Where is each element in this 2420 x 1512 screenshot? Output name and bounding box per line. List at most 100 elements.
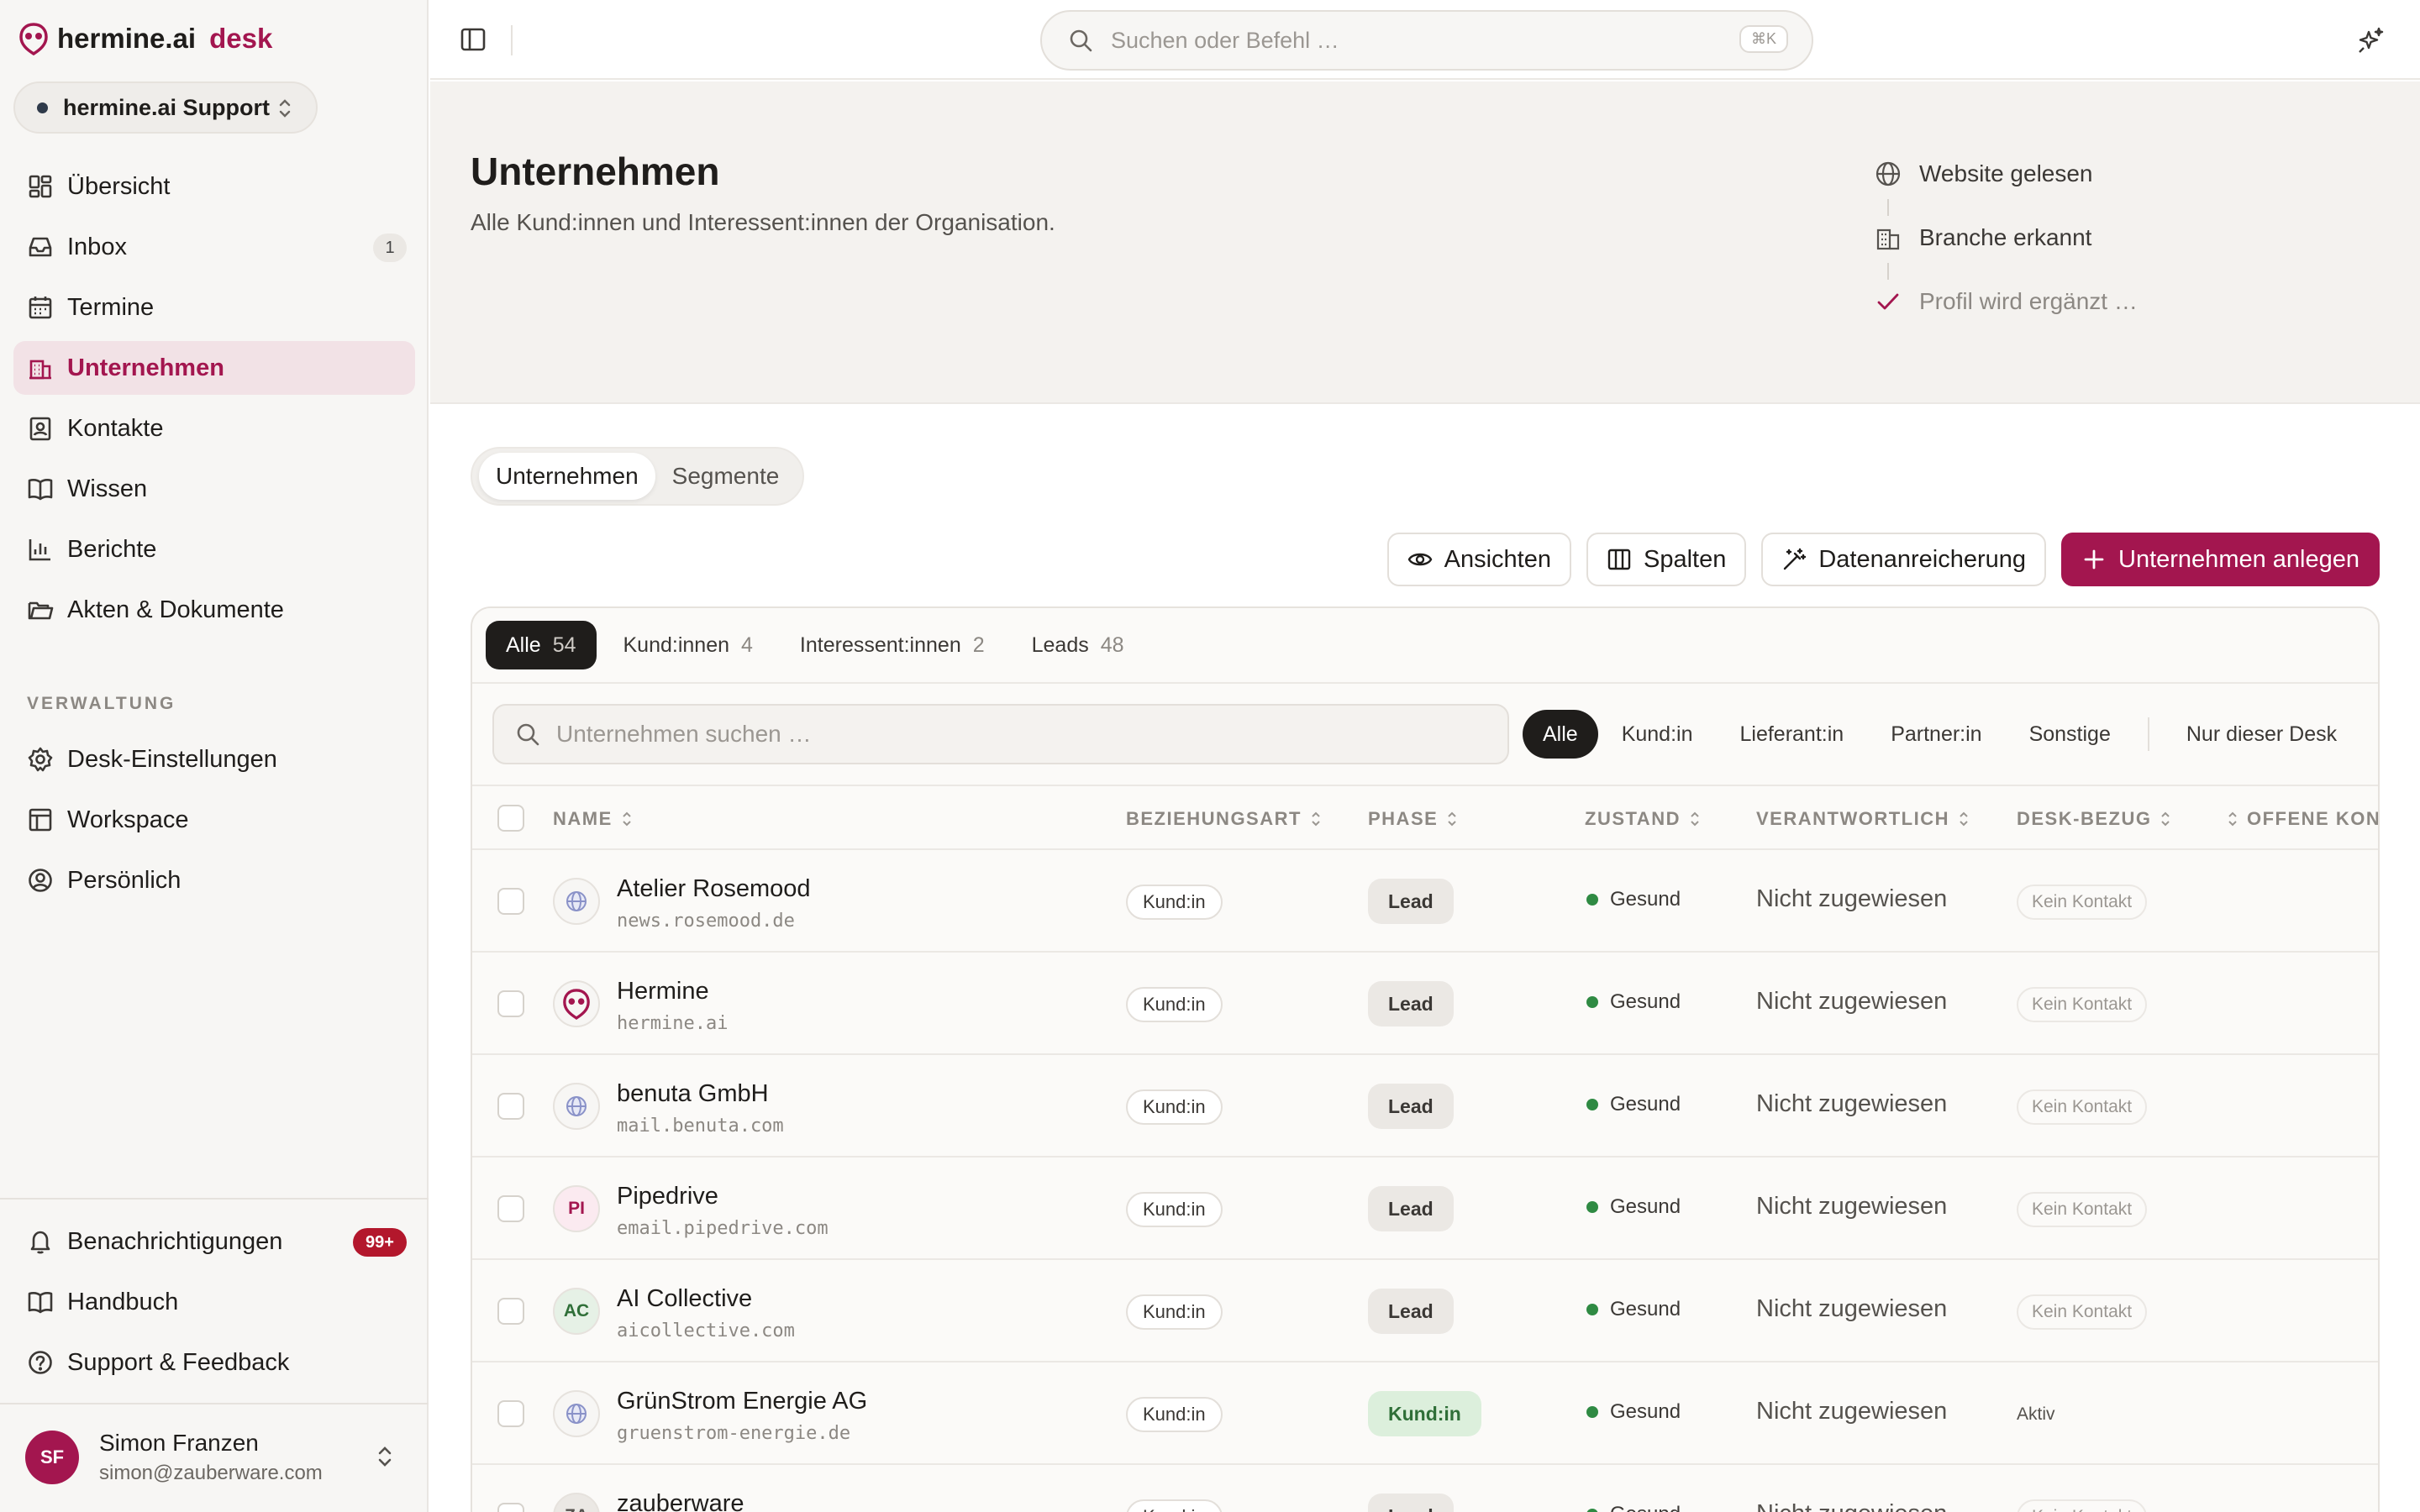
relation-filter-supplier[interactable]: Lieferant:in <box>1716 710 1867 759</box>
column-header-relation[interactable]: BEZIEHUNGSART <box>1126 808 1322 830</box>
create-company-button[interactable]: Unternehmen anlegen <box>2061 533 2380 586</box>
chevron-updown-icon[interactable] <box>376 1443 393 1470</box>
contact-icon <box>29 417 51 441</box>
health-dot <box>1586 894 1598 906</box>
owner-cell[interactable]: Nicht zugewiesen <box>1756 1295 1947 1323</box>
company-name[interactable]: benuta GmbH <box>617 1080 769 1108</box>
workspace-switcher[interactable]: hermine.ai Support <box>13 81 318 134</box>
row-checkbox[interactable] <box>497 1400 524 1427</box>
row-checkbox[interactable] <box>497 1503 524 1512</box>
sidebar-item-handbuch[interactable]: Handbuch <box>13 1275 415 1329</box>
relation-filter-all[interactable]: Alle <box>1523 710 1598 759</box>
company-name[interactable]: AI Collective <box>617 1285 752 1313</box>
company-name[interactable]: Hermine <box>617 978 709 1005</box>
sidebar-item-berichte[interactable]: Berichte <box>13 522 415 576</box>
company-logo <box>553 1083 600 1130</box>
owner-cell[interactable]: Nicht zugewiesen <box>1756 1193 1947 1221</box>
workspace-label: hermine.ai Support <box>63 94 271 120</box>
tab-unternehmen[interactable]: Unternehmen <box>479 453 655 500</box>
relation-filter-this-desk[interactable]: Nur dieser Desk <box>2163 710 2360 759</box>
table-row[interactable]: Atelier Rosemood news.rosemood.de Kund:in L… <box>472 850 2378 953</box>
sidebar-item-termine[interactable]: Termine <box>13 281 415 334</box>
table-row[interactable]: benuta GmbH mail.benuta.com Kund:in Lead Ges… <box>472 1055 2378 1158</box>
row-checkbox[interactable] <box>497 888 524 915</box>
sidebar-item-uebersicht[interactable]: Übersicht <box>13 160 415 213</box>
owner-cell[interactable]: Nicht zugewiesen <box>1756 1090 1947 1118</box>
sidebar-item-akten[interactable]: Akten & Dokumente <box>13 583 415 637</box>
filter-leads[interactable]: Leads 48 <box>1012 621 1144 669</box>
step-website-read: Website gelesen <box>1874 159 2138 189</box>
toolbar-divider <box>511 25 513 55</box>
relation-badge: Kund:in <box>1126 1192 1223 1227</box>
column-header-open-conversations[interactable]: OFFENE KONV <box>2227 808 2378 830</box>
tab-segmente[interactable]: Segmente <box>655 453 797 500</box>
relation-filter-partner[interactable]: Partner:in <box>1867 710 2005 759</box>
column-header-health[interactable]: ZUSTAND <box>1585 808 1701 830</box>
desk-relation-badge: Aktiv <box>2017 1404 2055 1424</box>
sidebar-item-inbox[interactable]: Inbox 1 <box>13 220 415 274</box>
company-domain: news.rosemood.de <box>617 911 795 932</box>
company-name[interactable]: GrünStrom Energie AG <box>617 1388 867 1415</box>
sidebar-item-benachrichtigungen[interactable]: Benachrichtigungen 99+ <box>13 1215 415 1268</box>
sort-icon <box>1312 811 1320 827</box>
owner-cell[interactable]: Nicht zugewiesen <box>1756 988 1947 1016</box>
row-checkbox[interactable] <box>497 1298 524 1325</box>
user-menu[interactable]: SF Simon Franzen simon@zauberware.com <box>25 1430 323 1485</box>
sidebar-item-support[interactable]: Support & Feedback <box>13 1336 415 1389</box>
row-checkbox[interactable] <box>497 1195 524 1222</box>
company-search-input[interactable]: Unternehmen suchen … <box>492 704 1509 764</box>
phase-badge: Lead <box>1368 879 1454 924</box>
company-name[interactable]: zauberware <box>617 1490 744 1512</box>
sidebar-toggle-icon[interactable] <box>459 25 487 54</box>
sort-icon <box>623 811 631 827</box>
enrich-button[interactable]: Datenanreicherung <box>1761 533 2047 586</box>
company-name[interactable]: Pipedrive <box>617 1183 718 1210</box>
sidebar-item-workspace[interactable]: Workspace <box>13 793 415 847</box>
company-name[interactable]: Atelier Rosemood <box>617 875 811 903</box>
sidebar-item-kontakte[interactable]: Kontakte <box>13 402 415 455</box>
companies-table-card: Alle 54 Kund:innen 4 Interessent:innen 2 Le… <box>471 606 2380 1512</box>
table-row[interactable]: PI Pipedrive email.pipedrive.com Kund:in Lea… <box>472 1158 2378 1260</box>
health-dot <box>1586 1509 1598 1512</box>
column-header-name[interactable]: NAME <box>553 808 633 830</box>
filter-label: Leads <box>1031 633 1089 657</box>
company-domain: hermine.ai <box>617 1013 729 1034</box>
row-checkbox[interactable] <box>497 1093 524 1120</box>
sidebar-item-wissen[interactable]: Wissen <box>13 462 415 516</box>
column-header-owner[interactable]: VERANTWORTLICH <box>1756 808 1970 830</box>
columns-button[interactable]: Spalten <box>1586 533 1747 586</box>
company-initials: AC <box>563 1301 590 1320</box>
owner-cell[interactable]: Nicht zugewiesen <box>1756 1500 1947 1512</box>
sidebar-item-persoenlich[interactable]: Persönlich <box>13 853 415 907</box>
bell-icon <box>30 1231 50 1254</box>
owner-cell[interactable]: Nicht zugewiesen <box>1756 1398 1947 1425</box>
column-header-phase[interactable]: PHASE <box>1368 808 1458 830</box>
filter-prospects[interactable]: Interessent:innen 2 <box>780 621 1005 669</box>
desk-relation-badge: Kein Kontakt <box>2017 1089 2148 1125</box>
table-row[interactable]: Hermine hermine.ai Kund:in Lead Gesund Nicht … <box>472 953 2378 1055</box>
sidebar-item-desk-einstellungen[interactable]: Desk-Einstellungen <box>13 732 415 786</box>
sidebar-divider <box>0 1403 429 1404</box>
table-row[interactable]: ZA zauberware Kund:in Lead Gesund Nicht zugew… <box>472 1465 2378 1512</box>
select-all-checkbox[interactable] <box>497 805 524 832</box>
filter-all[interactable]: Alle 54 <box>486 621 597 669</box>
filter-customers[interactable]: Kund:innen 4 <box>603 621 773 669</box>
global-search-input[interactable]: Suchen oder Befehl … ⌘K <box>1040 10 1813 71</box>
column-label: PHASE <box>1368 808 1439 829</box>
column-label: NAME <box>553 808 613 829</box>
health-dot <box>1586 1099 1598 1110</box>
health-dot <box>1586 1201 1598 1213</box>
sidebar-item-unternehmen[interactable]: Unternehmen <box>13 341 415 395</box>
table-row[interactable]: AC AI Collective aicollective.com Kund:in Le… <box>472 1260 2378 1362</box>
brand[interactable]: hermine.ai desk <box>18 22 272 55</box>
table-row[interactable]: GrünStrom Energie AG gruenstrom-energie.d… <box>472 1362 2378 1465</box>
column-header-desk[interactable]: DESK-BEZUG <box>2017 808 2171 830</box>
ai-sparkle-icon[interactable] <box>2356 25 2386 55</box>
views-button[interactable]: Ansichten <box>1386 533 1571 586</box>
company-logo: PI <box>553 1185 600 1232</box>
relation-filter-other[interactable]: Sonstige <box>2006 710 2134 759</box>
owner-cell[interactable]: Nicht zugewiesen <box>1756 885 1947 913</box>
relation-filter-customer[interactable]: Kund:in <box>1598 710 1717 759</box>
row-checkbox[interactable] <box>497 990 524 1017</box>
health-dot <box>1586 1304 1598 1315</box>
